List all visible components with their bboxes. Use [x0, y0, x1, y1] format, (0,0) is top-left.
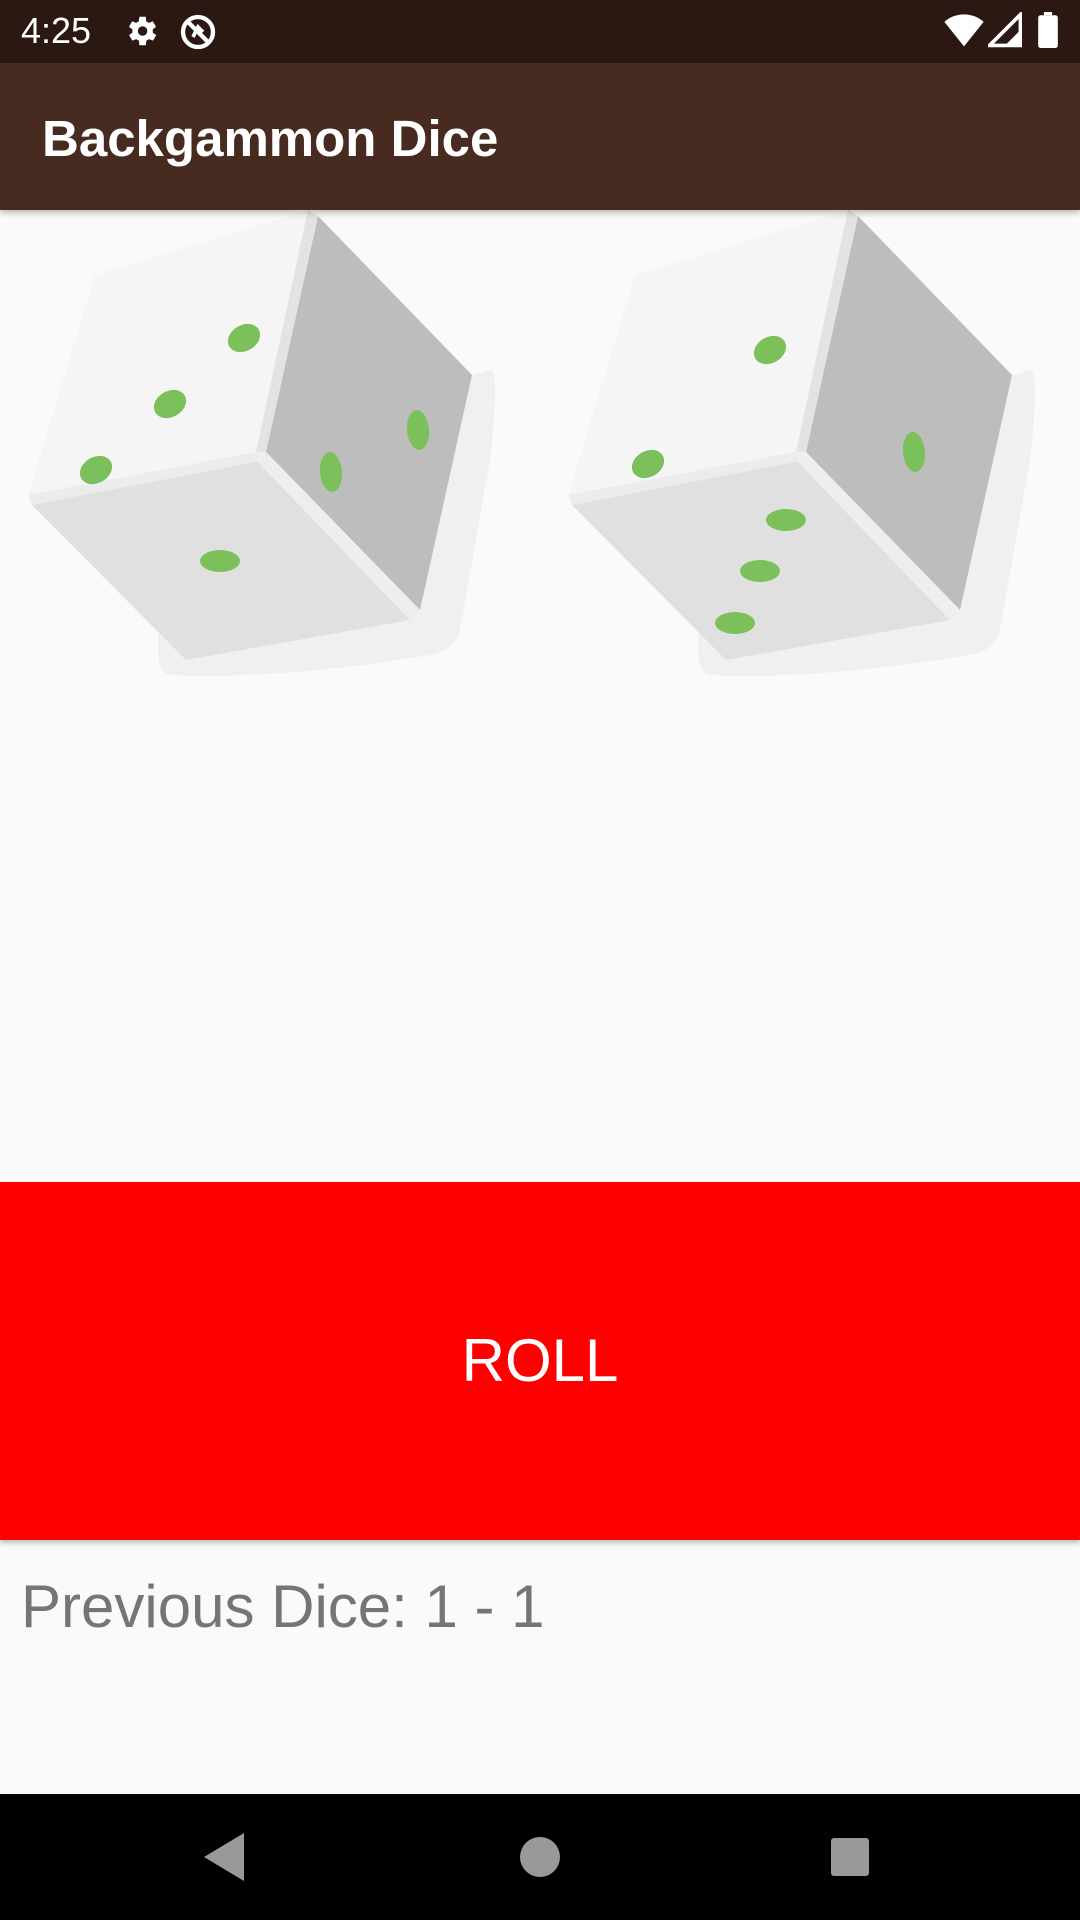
- wifi-icon: [944, 12, 984, 53]
- pip: [200, 550, 240, 572]
- pip: [715, 612, 755, 634]
- back-icon[interactable]: [196, 1827, 256, 1887]
- app-bar: Backgammon Dice: [0, 63, 1080, 210]
- app-screen: 4:25 Backgammon Dice ROLL Previous Dice:…: [0, 0, 1080, 1920]
- home-icon[interactable]: [510, 1827, 570, 1887]
- pip: [740, 560, 780, 582]
- navigation-bar: [0, 1794, 1080, 1920]
- roll-button-label: ROLL: [461, 1327, 619, 1394]
- gear-icon: [122, 12, 160, 55]
- cellular-signal-icon: [985, 10, 1023, 53]
- roll-button[interactable]: ROLL: [0, 1182, 1080, 1540]
- app-title: Backgammon Dice: [42, 110, 499, 167]
- recents-icon[interactable]: [820, 1827, 880, 1887]
- battery-icon: [1038, 12, 1058, 53]
- data-saver-icon: [178, 12, 218, 57]
- previous-dice-text: Previous Dice: 1 - 1: [21, 1573, 545, 1640]
- pip: [766, 509, 806, 531]
- right-die: [560, 210, 1060, 710]
- status-time: 4:25: [21, 10, 92, 51]
- status-bar: 4:25: [0, 0, 1080, 63]
- left-die: [20, 210, 520, 710]
